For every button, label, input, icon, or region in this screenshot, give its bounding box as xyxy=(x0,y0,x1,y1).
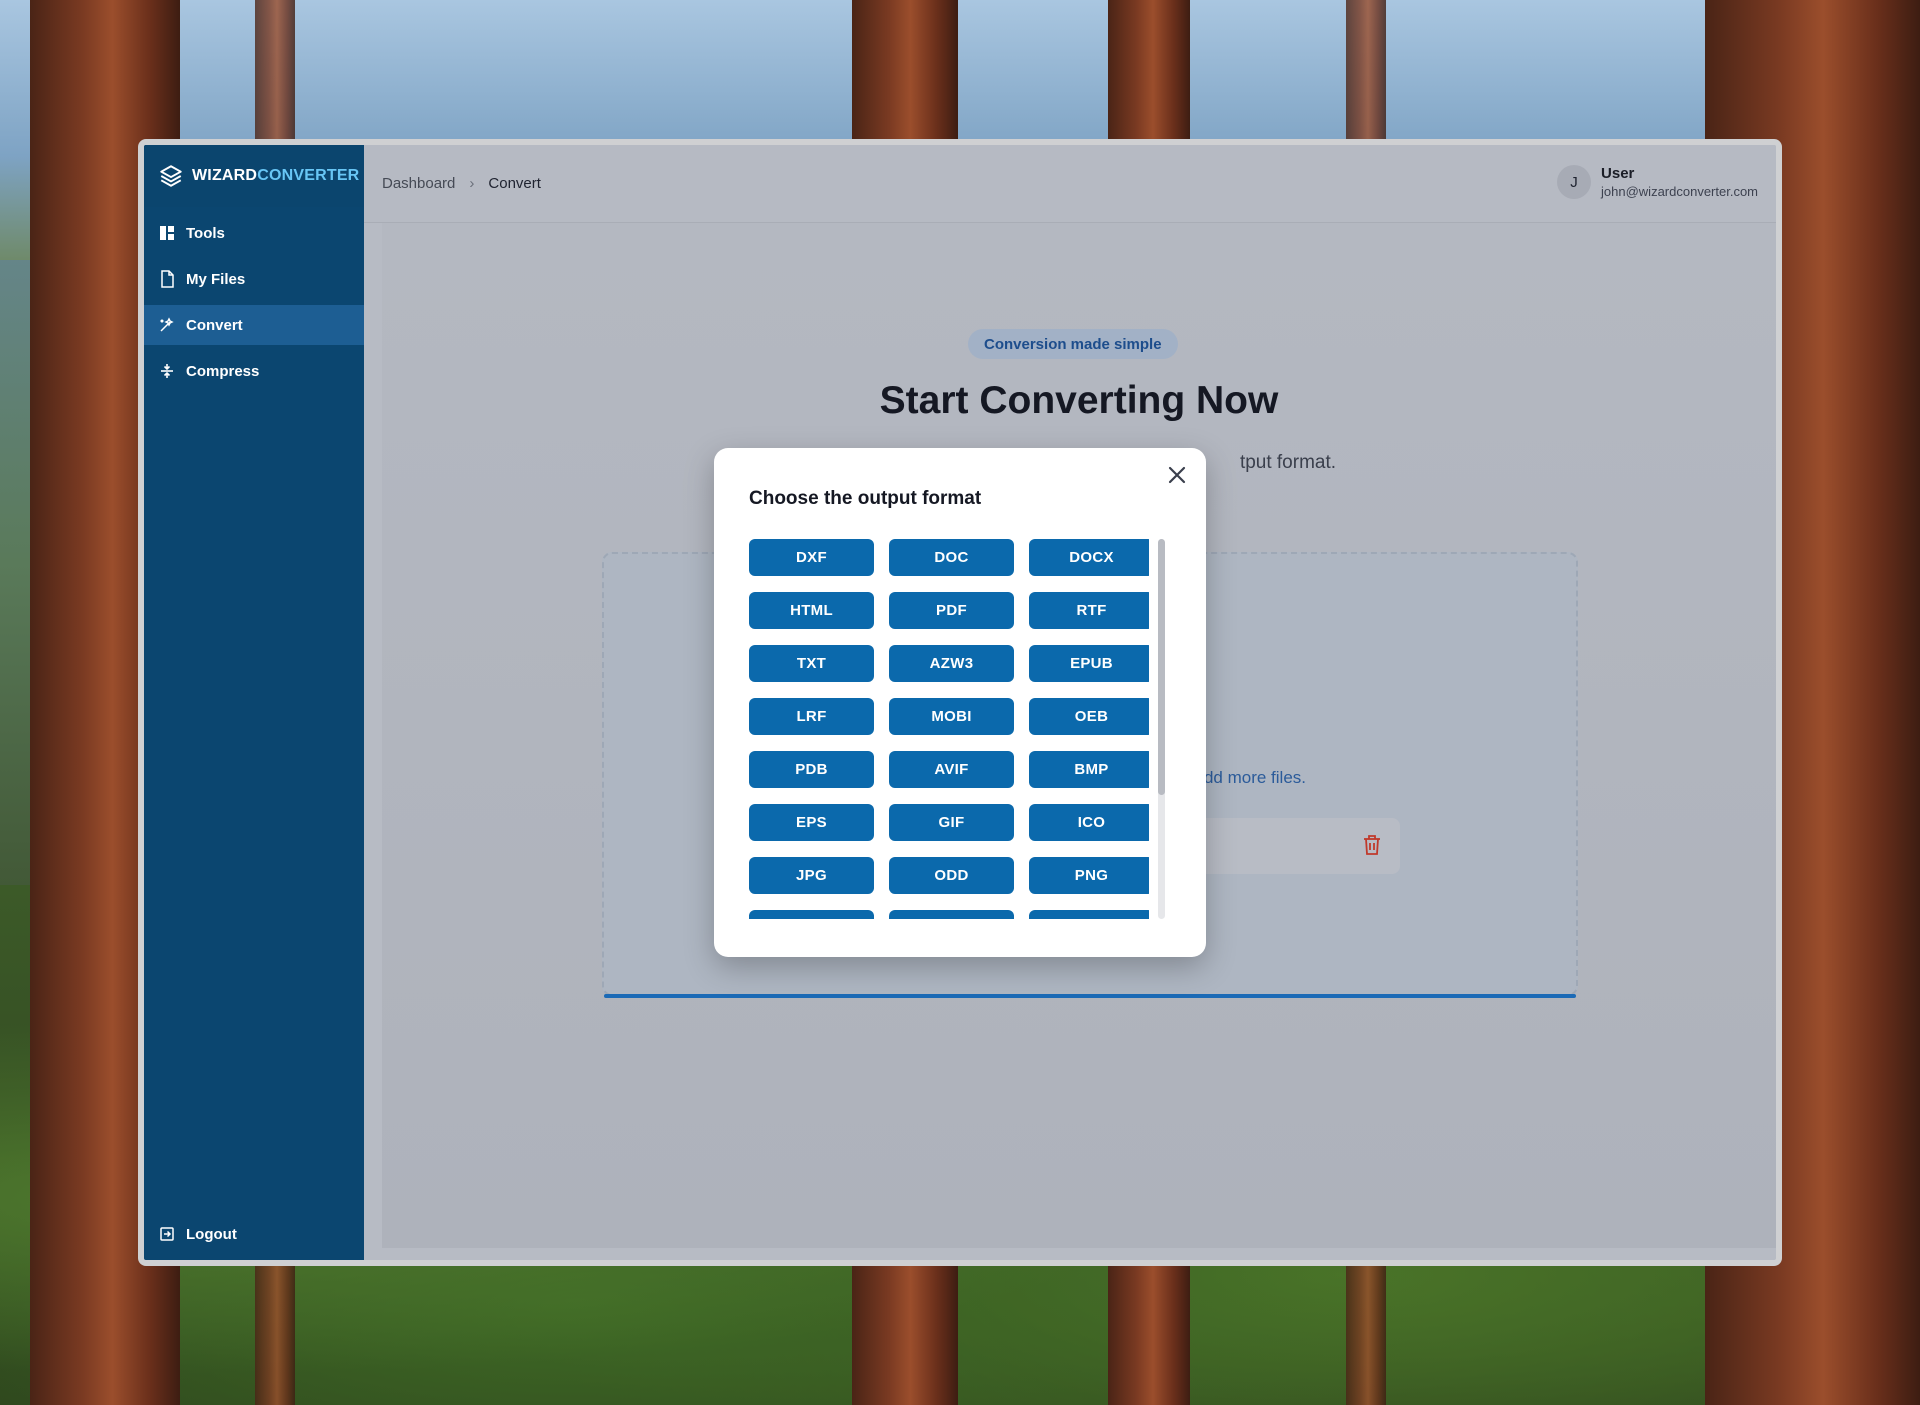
format-button-gif[interactable]: GIF xyxy=(889,804,1014,841)
close-icon xyxy=(1168,466,1186,484)
format-button-eps[interactable]: EPS xyxy=(749,804,874,841)
format-button-dxf[interactable]: DXF xyxy=(749,539,874,576)
format-button-tiff[interactable]: TIFF xyxy=(1029,910,1149,919)
format-button-avif[interactable]: AVIF xyxy=(889,751,1014,788)
format-button-lrf[interactable]: LRF xyxy=(749,698,874,735)
format-button-docx[interactable]: DOCX xyxy=(1029,539,1149,576)
format-button-azw3[interactable]: AZW3 xyxy=(889,645,1014,682)
format-button-oeb[interactable]: OEB xyxy=(1029,698,1149,735)
output-format-modal: Choose the output format DXF DOC DOCX HTML P… xyxy=(714,448,1206,957)
format-button-jpg[interactable]: JPG xyxy=(749,857,874,894)
format-button-doc[interactable]: DOC xyxy=(889,539,1014,576)
modal-title: Choose the output format xyxy=(749,488,982,509)
format-button-odd[interactable]: ODD xyxy=(889,857,1014,894)
format-button-psd[interactable]: PSD xyxy=(889,910,1014,919)
format-button-epub[interactable]: EPUB xyxy=(1029,645,1149,682)
format-grid-scroll[interactable]: DXF DOC DOCX HTML PDF RTF TXT AZW3 EPUB LRF MOBI OE… xyxy=(749,539,1149,919)
format-button-ps[interactable]: PS xyxy=(749,910,874,919)
format-button-bmp[interactable]: BMP xyxy=(1029,751,1149,788)
scrollbar-thumb[interactable] xyxy=(1158,539,1165,795)
scrollbar[interactable] xyxy=(1158,539,1165,919)
format-button-txt[interactable]: TXT xyxy=(749,645,874,682)
format-grid: DXF DOC DOCX HTML PDF RTF TXT AZW3 EPUB LRF MOBI OE… xyxy=(749,539,1149,919)
format-button-png[interactable]: PNG xyxy=(1029,857,1149,894)
close-button[interactable] xyxy=(1162,460,1192,490)
format-button-html[interactable]: HTML xyxy=(749,592,874,629)
format-button-mobi[interactable]: MOBI xyxy=(889,698,1014,735)
format-button-pdb[interactable]: PDB xyxy=(749,751,874,788)
format-button-pdf[interactable]: PDF xyxy=(889,592,1014,629)
format-button-rtf[interactable]: RTF xyxy=(1029,592,1149,629)
format-button-ico[interactable]: ICO xyxy=(1029,804,1149,841)
